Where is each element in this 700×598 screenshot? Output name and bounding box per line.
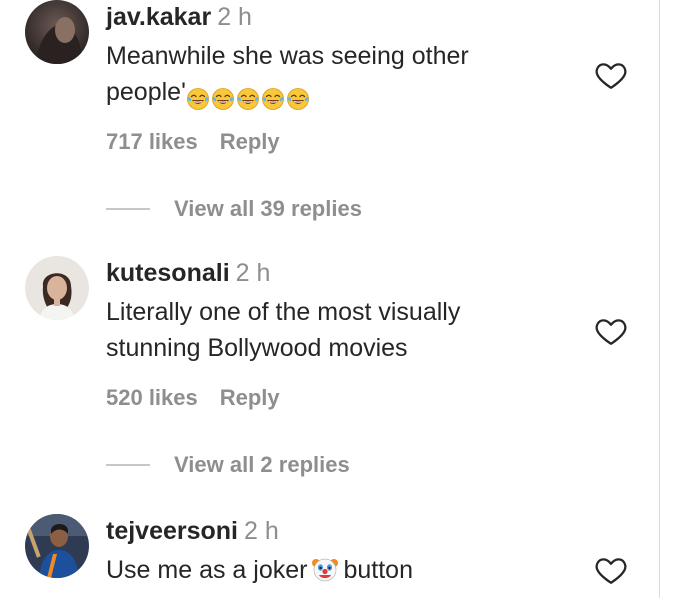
comment-text: Use me as a joker button — [106, 552, 576, 588]
clown-face-icon — [311, 555, 339, 583]
avatar[interactable] — [25, 514, 89, 578]
username[interactable]: kutesonali — [106, 259, 230, 287]
likes-count[interactable]: 520 likes — [106, 385, 198, 410]
comment-text-line: stunning Bollywood movies — [106, 334, 408, 362]
reply-button[interactable]: Reply — [220, 129, 280, 154]
replies-line — [106, 208, 150, 210]
comment-text: Meanwhile she was seeing other people' — [106, 38, 576, 114]
avatar[interactable] — [25, 256, 89, 320]
like-heart-icon[interactable] — [594, 553, 628, 587]
reply-button[interactable]: Reply — [220, 385, 280, 410]
replies-line — [106, 464, 150, 466]
tears-of-joy-icon — [211, 85, 235, 111]
comment-text-line: Meanwhile she was seeing other — [106, 42, 469, 70]
comment-text-after-emoji: button — [343, 556, 413, 584]
comment-text-prefix: people' — [106, 78, 186, 106]
username[interactable]: tejveersoni — [106, 517, 238, 545]
username[interactable]: jav.kakar — [106, 3, 211, 31]
like-heart-icon[interactable] — [594, 314, 628, 348]
timestamp: 2 h — [244, 517, 279, 545]
comment-text-line: people' — [106, 74, 576, 114]
comment-text-before-emoji: Use me as a joker — [106, 556, 308, 584]
timestamp: 2 h — [235, 259, 271, 287]
comment-header: jav.kakar 2 h — [106, 2, 252, 32]
comment-text-line: Literally one of the most visually — [106, 298, 461, 326]
comment-header: kutesonali 2 h — [106, 258, 270, 288]
right-divider — [659, 0, 660, 598]
tears-of-joy-icon — [186, 85, 210, 111]
comment-header: tejveersoni 2 h — [106, 516, 279, 546]
view-replies-label: View all 39 replies — [174, 196, 362, 221]
tears-of-joy-icon — [286, 85, 310, 111]
tears-of-joy-icon — [236, 85, 260, 111]
comment-jav-kakar: jav.kakar 2 h Meanwhile she was seeing ot… — [0, 0, 659, 240]
likes-count[interactable]: 717 likes — [106, 129, 198, 154]
emoji-run — [186, 78, 311, 114]
view-replies-label: View all 2 replies — [174, 452, 350, 477]
like-heart-icon[interactable] — [594, 58, 628, 92]
tears-of-joy-icon — [261, 85, 285, 111]
timestamp: 2 h — [217, 3, 252, 31]
comment-kutesonali: kutesonali 2 h Literally one of the most … — [0, 256, 659, 496]
comment-actions: 717 likes Reply — [106, 128, 280, 156]
comment-tejveersoni: tejveersoni 2 h Use me as a joker button — [0, 514, 659, 598]
comment-text: Literally one of the most visually stunn… — [106, 294, 576, 366]
avatar[interactable] — [25, 0, 89, 64]
comment-actions: 520 likes Reply — [106, 384, 280, 412]
